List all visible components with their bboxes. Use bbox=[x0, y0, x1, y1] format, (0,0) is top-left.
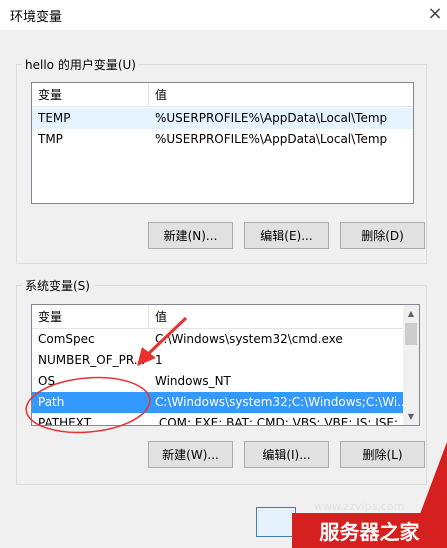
var-name: OS bbox=[38, 374, 56, 388]
var-value: %USERPROFILE%\AppData\Local\Temp bbox=[155, 132, 388, 146]
system-new-button[interactable]: 新建(W)... bbox=[148, 441, 233, 468]
var-value: C:\Windows\system32;C:\Windows;C:\Wi... bbox=[155, 395, 403, 409]
user-vars-list-header: 变量 值 bbox=[32, 83, 413, 107]
var-value: .COM;.EXE;.BAT;.CMD;.VBS;.VBE;.JS;.JSE;.… bbox=[155, 416, 403, 426]
watermark-brand: 服务器之家 bbox=[292, 513, 447, 548]
column-header-value[interactable]: 值 bbox=[149, 83, 409, 107]
system-var-row-pathext[interactable]: PATHEXT .COM;.EXE;.BAT;.CMD;.VBS;.VBE;.J… bbox=[32, 413, 403, 426]
column-header-variable[interactable]: 变量 bbox=[32, 83, 149, 107]
var-name: TMP bbox=[38, 132, 63, 146]
system-vars-group-label: 系统变量(S) bbox=[22, 277, 93, 294]
var-value: %USERPROFILE%\AppData\Local\Temp bbox=[155, 111, 388, 125]
system-var-row-path[interactable]: Path C:\Windows\system32;C:\Windows;C:\W… bbox=[32, 392, 403, 413]
user-vars-list[interactable]: 变量 值 TEMP %USERPROFILE%\AppData\Local\Te… bbox=[31, 82, 414, 204]
system-var-row-comspec[interactable]: ComSpec C:\Windows\system32\cmd.exe bbox=[32, 329, 403, 350]
user-var-row-tmp[interactable]: TMP %USERPROFILE%\AppData\Local\Temp bbox=[32, 129, 413, 150]
ok-button[interactable] bbox=[256, 507, 296, 537]
column-header-variable[interactable]: 变量 bbox=[32, 305, 149, 329]
system-vars-list[interactable]: 变量 值 ComSpec C:\Windows\system32\cmd.exe… bbox=[31, 304, 420, 426]
user-delete-button[interactable]: 删除(D) bbox=[340, 222, 425, 249]
title-bar: 环境变量 × bbox=[0, 0, 447, 30]
scroll-thumb[interactable] bbox=[405, 323, 417, 345]
user-var-row-temp[interactable]: TEMP %USERPROFILE%\AppData\Local\Temp bbox=[32, 108, 413, 129]
var-value: Windows_NT bbox=[155, 374, 231, 388]
column-header-value[interactable]: 值 bbox=[149, 305, 399, 329]
var-name: TEMP bbox=[38, 111, 71, 125]
user-new-button[interactable]: 新建(N)... bbox=[148, 222, 233, 249]
system-delete-button[interactable]: 删除(L) bbox=[340, 441, 425, 468]
scroll-down-icon[interactable]: ▼ bbox=[403, 408, 419, 425]
watermark-decoration bbox=[420, 442, 447, 514]
scroll-up-icon[interactable]: ▲ bbox=[403, 305, 419, 322]
system-var-row-os[interactable]: OS Windows_NT bbox=[32, 371, 403, 392]
window-title: 环境变量 bbox=[10, 10, 63, 25]
close-icon[interactable]: × bbox=[424, 2, 446, 24]
user-vars-group-label: hello 的用户变量(U) bbox=[22, 56, 139, 73]
var-name: PATHEXT bbox=[38, 416, 92, 426]
system-vars-scrollbar[interactable]: ▲ ▼ bbox=[403, 305, 419, 425]
user-edit-button[interactable]: 编辑(E)... bbox=[244, 222, 329, 249]
var-value: C:\Windows\system32\cmd.exe bbox=[155, 332, 343, 346]
system-vars-list-header: 变量 值 bbox=[32, 305, 419, 329]
var-value: 1 bbox=[155, 353, 163, 367]
var-name: ComSpec bbox=[38, 332, 95, 346]
var-name: Path bbox=[38, 395, 65, 409]
var-name: NUMBER_OF_PR... bbox=[38, 353, 146, 367]
system-var-row-number-of-processors[interactable]: NUMBER_OF_PR... 1 bbox=[32, 350, 403, 371]
system-edit-button[interactable]: 编辑(I)... bbox=[244, 441, 329, 468]
watermark-url: www.zzvips.com bbox=[314, 500, 405, 513]
